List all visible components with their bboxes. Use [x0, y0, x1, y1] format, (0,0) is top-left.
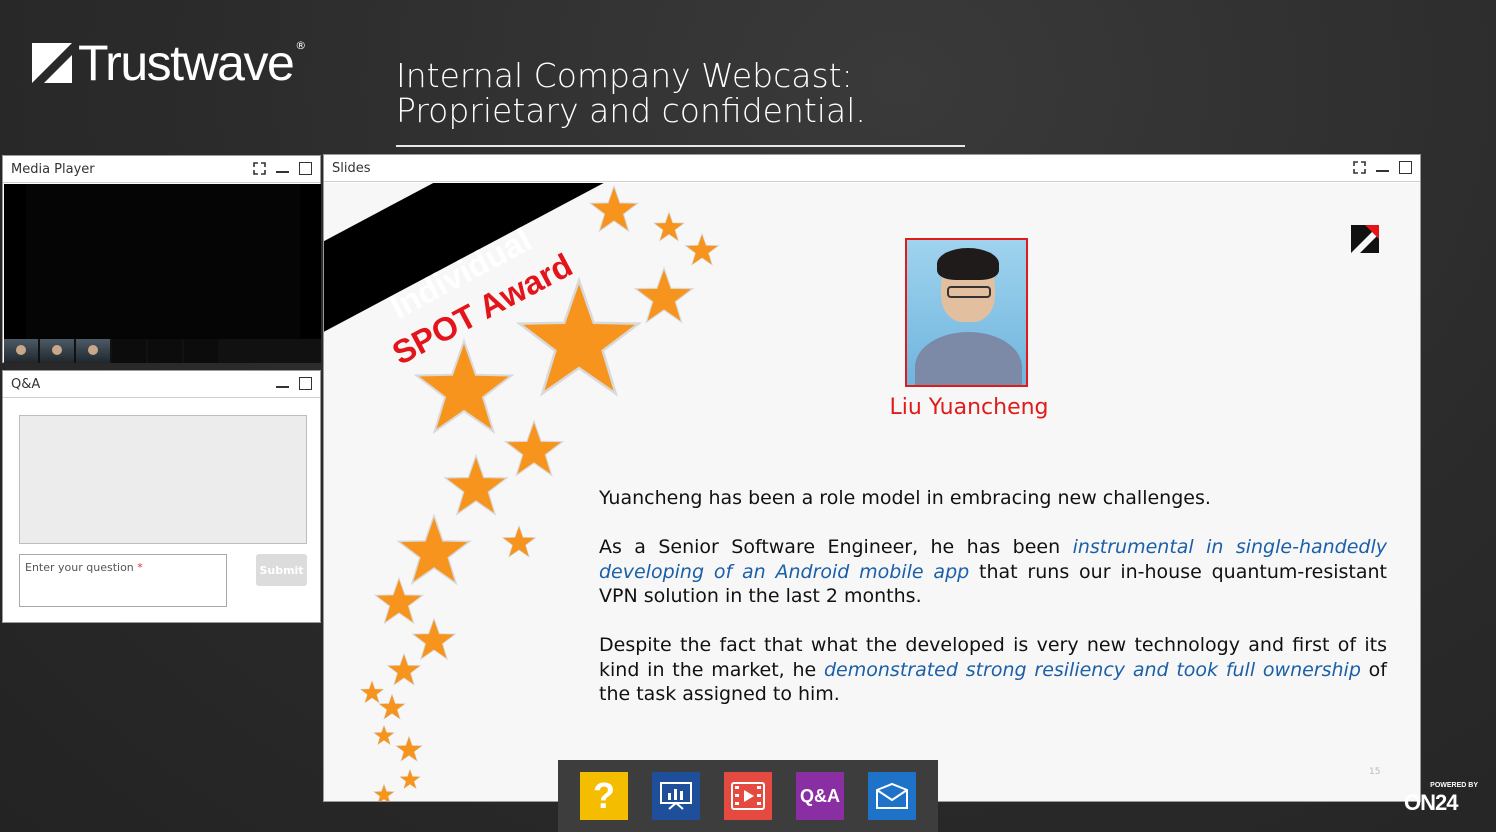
required-mark: * [137, 561, 143, 574]
registered-mark: ® [295, 38, 307, 52]
question-input[interactable]: Enter your question * [19, 554, 227, 607]
video-thumbnail[interactable] [148, 339, 182, 363]
slides-panel: Slides Individual SPOT Award Liu Yuanche… [323, 154, 1421, 802]
expand-icon[interactable] [253, 162, 266, 175]
maximize-icon[interactable] [299, 377, 312, 390]
powered-by-badge: POWERED BY ON24 [1404, 782, 1478, 815]
webcast-title-line2: Proprietary and confidential. [396, 91, 866, 130]
maximize-icon[interactable] [299, 162, 312, 175]
video-icon [731, 782, 765, 810]
trustwave-corner-icon [1351, 225, 1379, 253]
video-thumbnail[interactable] [184, 339, 218, 363]
envelope-icon [876, 782, 908, 809]
slides-dock-button[interactable] [652, 772, 700, 820]
header-divider [396, 145, 965, 147]
video-player[interactable] [4, 184, 321, 363]
video-thumbnail[interactable] [40, 339, 74, 363]
slides-header[interactable]: Slides [324, 155, 1420, 182]
media-player-title: Media Player [11, 161, 95, 177]
slide-page-number: 15 [1369, 767, 1381, 777]
qa-history [19, 415, 307, 544]
slides-title: Slides [332, 160, 371, 176]
video-thumbnail[interactable] [112, 339, 146, 363]
slide-content: Individual SPOT Award Liu Yuancheng Yuan… [324, 183, 1420, 801]
trustwave-mark-icon [32, 43, 72, 83]
presentation-icon [660, 782, 692, 810]
media-player-header[interactable]: Media Player [3, 156, 320, 183]
media-player-panel: Media Player [2, 155, 321, 363]
minimize-icon[interactable] [276, 380, 289, 388]
paragraph-3: Despite the fact that what the developed… [599, 634, 1387, 705]
video-thumbnail[interactable] [4, 339, 38, 363]
video-thumbnail[interactable] [76, 339, 110, 363]
on24-logo: ON24 [1404, 790, 1458, 815]
brand-name: Trustwave [78, 35, 295, 91]
video-thumbnail-strip [4, 339, 321, 363]
minimize-icon[interactable] [1376, 164, 1389, 172]
email-dock-button[interactable] [868, 772, 916, 820]
video-frame [26, 184, 300, 340]
employee-name: Liu Yuancheng [889, 395, 1049, 420]
paragraph-1: Yuancheng has been a role model in embra… [599, 487, 1211, 509]
award-description: Yuancheng has been a role model in embra… [599, 486, 1387, 731]
submit-button[interactable]: Submit [256, 554, 307, 586]
powered-by-label: POWERED BY [1430, 782, 1478, 789]
media-dock-button[interactable] [724, 772, 772, 820]
webcast-title-line1: Internal Company Webcast: [396, 56, 853, 95]
question-placeholder: Enter your question [25, 561, 134, 574]
trustwave-logo: Trustwave ® [30, 36, 306, 90]
maximize-icon[interactable] [1399, 161, 1412, 174]
employee-photo [905, 238, 1028, 387]
webcast-title: Internal Company Webcast: Proprietary an… [396, 58, 866, 128]
qa-dock-button[interactable]: Q&A [796, 772, 844, 820]
minimize-icon[interactable] [276, 165, 289, 173]
expand-icon[interactable] [1353, 161, 1366, 174]
qa-title: Q&A [11, 376, 41, 392]
qa-panel: Q&A Enter your question * Submit [2, 370, 321, 623]
paragraph-2: As a Senior Software Engineer, he has be… [599, 536, 1388, 607]
widget-dock: ? Q&A [558, 760, 938, 832]
qa-header[interactable]: Q&A [3, 371, 320, 398]
help-button[interactable]: ? [580, 772, 628, 820]
